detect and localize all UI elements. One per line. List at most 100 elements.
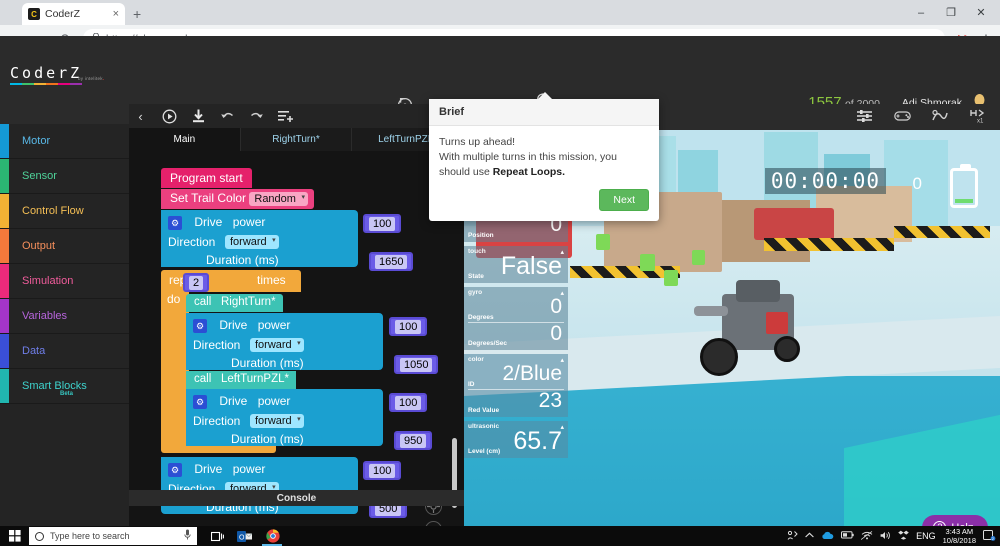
block-drive-1[interactable]: ⚙ Drive power Direction forward Duration…: [161, 210, 358, 267]
power-field-1[interactable]: 100: [363, 214, 401, 233]
sensor-panel-ultrasonic[interactable]: ultrasonic ▴ Level (cm) 65.7: [464, 421, 568, 458]
volume-icon[interactable]: [880, 531, 891, 542]
gear-icon[interactable]: ⚙: [168, 463, 182, 477]
sidebar-item-smart-blocks[interactable]: Smart Blocks Beta: [0, 369, 129, 404]
task-view-icon[interactable]: [209, 528, 225, 544]
sensor-row: Red Value 23: [468, 389, 564, 415]
sensor-row: Level (cm) 65.7: [468, 430, 564, 456]
gear-icon[interactable]: ⚙: [193, 395, 207, 409]
sensor-label: Degrees/Sec: [468, 340, 507, 347]
sidebar-item-label: Control Flow: [22, 205, 84, 217]
search-input[interactable]: Type here to search: [29, 527, 197, 545]
sensor-row: State False: [468, 255, 564, 281]
block-call-rightturn[interactable]: call RightTurn*: [186, 294, 283, 312]
app-root: C CoderZ × + – ❐ ✕ ← → ⟳ https://play.go…: [0, 0, 1000, 546]
action-center-icon[interactable]: 2: [983, 530, 996, 543]
sidebar-item-sensor[interactable]: Sensor: [0, 159, 129, 194]
add-procedure-icon[interactable]: [277, 108, 294, 125]
undo-icon[interactable]: [219, 108, 236, 125]
speed-x1-icon[interactable]: x1: [970, 109, 986, 126]
next-button[interactable]: Next: [599, 189, 649, 211]
direction-dropdown-1[interactable]: forward: [225, 235, 279, 249]
block-program-start[interactable]: Program start: [161, 168, 252, 188]
dropbox-icon[interactable]: [898, 530, 909, 542]
block-label-drive: Drive: [194, 462, 222, 476]
gear-icon[interactable]: ⚙: [168, 216, 182, 230]
trail-color-dropdown[interactable]: Random: [249, 192, 308, 206]
microphone-icon[interactable]: [184, 529, 191, 543]
site-favicon: C: [28, 8, 40, 20]
sidebar-item-control-flow[interactable]: Control Flow: [0, 194, 129, 229]
console-bar[interactable]: Console: [129, 490, 464, 506]
repeat-count-value: 2: [189, 276, 203, 290]
power-field-4[interactable]: 100: [363, 461, 401, 480]
collapse-panel-icon[interactable]: ‹: [132, 108, 149, 125]
tab-title: CoderZ: [45, 8, 108, 20]
clock[interactable]: 3:43 AM 10/8/2018: [943, 527, 976, 545]
battery-value: 0: [913, 174, 922, 194]
sidebar-item-variables[interactable]: Variables: [0, 299, 129, 334]
procedure-tabs: Main RightTurn* LeftTurnPZL*: [129, 128, 464, 151]
sidebar-item-label: Output: [22, 240, 55, 252]
gamepad-icon[interactable]: [894, 110, 910, 125]
block-repeat-body-spine[interactable]: do: [161, 292, 189, 439]
run-program-icon[interactable]: [161, 108, 178, 125]
trail-toggle-icon[interactable]: [932, 109, 948, 126]
repeat-count-field[interactable]: 2: [183, 273, 209, 292]
gear-icon[interactable]: ⚙: [193, 319, 207, 333]
close-window-icon[interactable]: ✕: [966, 0, 996, 25]
sensor-value: False: [501, 253, 562, 279]
redo-icon[interactable]: [248, 108, 265, 125]
block-label-times: times: [257, 273, 286, 287]
block-drive-3[interactable]: ⚙ Drive power Direction forward Duration…: [186, 389, 383, 446]
duration-field-3[interactable]: 950: [394, 431, 432, 450]
direction-dropdown-2[interactable]: forward: [250, 338, 304, 352]
brief-line-2: With multiple turns in this mission, you…: [439, 150, 649, 180]
coderz-logo[interactable]: CoderZ: [10, 64, 82, 82]
duration-field-1[interactable]: 1650: [369, 252, 413, 271]
maximize-icon[interactable]: ❐: [936, 0, 966, 25]
tray-share-icon[interactable]: [787, 530, 798, 543]
browser-tabstrip: C CoderZ × + – ❐ ✕: [0, 0, 1000, 25]
sidebar-item-data[interactable]: Data: [0, 334, 129, 369]
onedrive-icon[interactable]: [821, 531, 834, 542]
close-tab-icon[interactable]: ×: [113, 8, 119, 20]
power-field-3[interactable]: 100: [389, 393, 427, 412]
new-tab-button[interactable]: +: [133, 6, 141, 22]
power-field-2[interactable]: 100: [389, 317, 427, 336]
sensor-label: ID: [468, 381, 475, 388]
window-controls: – ❐ ✕: [906, 0, 996, 25]
block-repeat-header[interactable]: repeat times: [161, 270, 301, 292]
wifi-icon[interactable]: [861, 531, 873, 542]
sidebar-item-simulation[interactable]: Simulation: [0, 264, 129, 299]
brief-footer: Next: [429, 185, 659, 221]
browser-tab[interactable]: C CoderZ ×: [22, 3, 125, 25]
show-hidden-icons-icon[interactable]: [805, 531, 814, 541]
sensor-panel-touch[interactable]: touch ▴ State False: [464, 246, 568, 283]
brief-popup[interactable]: Brief Turns up ahead! With multiple turn…: [429, 99, 659, 221]
duration-field-2[interactable]: 1050: [394, 355, 438, 374]
block-set-trail-color[interactable]: Set Trail Color Random: [161, 189, 314, 209]
start-button-icon[interactable]: [4, 529, 26, 543]
blockly-canvas[interactable]: Program start Set Trail Color Random ⚙ D…: [129, 151, 464, 546]
chrome-icon[interactable]: [265, 528, 281, 544]
block-label-direction: Direction: [193, 338, 240, 352]
language-indicator[interactable]: ENG: [916, 531, 936, 541]
coderz-page: CoderZ by intelitek. SMART REPETITION ▾ …: [0, 36, 1000, 526]
sidebar-item-motor[interactable]: Motor: [0, 124, 129, 159]
block-drive-2[interactable]: ⚙ Drive power Direction forward Duration…: [186, 313, 383, 370]
sensor-panel-gyro[interactable]: gyro ▴ Degrees 0 Degrees/Sec 0: [464, 287, 568, 350]
sim-settings-icon[interactable]: [856, 109, 872, 126]
tab-main[interactable]: Main: [129, 128, 241, 151]
tab-rightturn[interactable]: RightTurn*: [241, 128, 353, 151]
battery-tray-icon[interactable]: [841, 531, 854, 541]
sensor-label: Degrees: [468, 314, 494, 321]
block-call-leftturnpzl[interactable]: call LeftTurnPZL*: [186, 371, 296, 389]
download-icon[interactable]: [190, 108, 207, 125]
outlook-icon[interactable]: O: [236, 528, 252, 544]
sensor-row: Degrees/Sec 0: [468, 322, 564, 348]
direction-dropdown-3[interactable]: forward: [250, 414, 304, 428]
sidebar-item-output[interactable]: Output: [0, 229, 129, 264]
minimize-icon[interactable]: –: [906, 0, 936, 25]
sensor-panel-color[interactable]: color ▴ ID 2/Blue Red Value 23: [464, 354, 568, 417]
